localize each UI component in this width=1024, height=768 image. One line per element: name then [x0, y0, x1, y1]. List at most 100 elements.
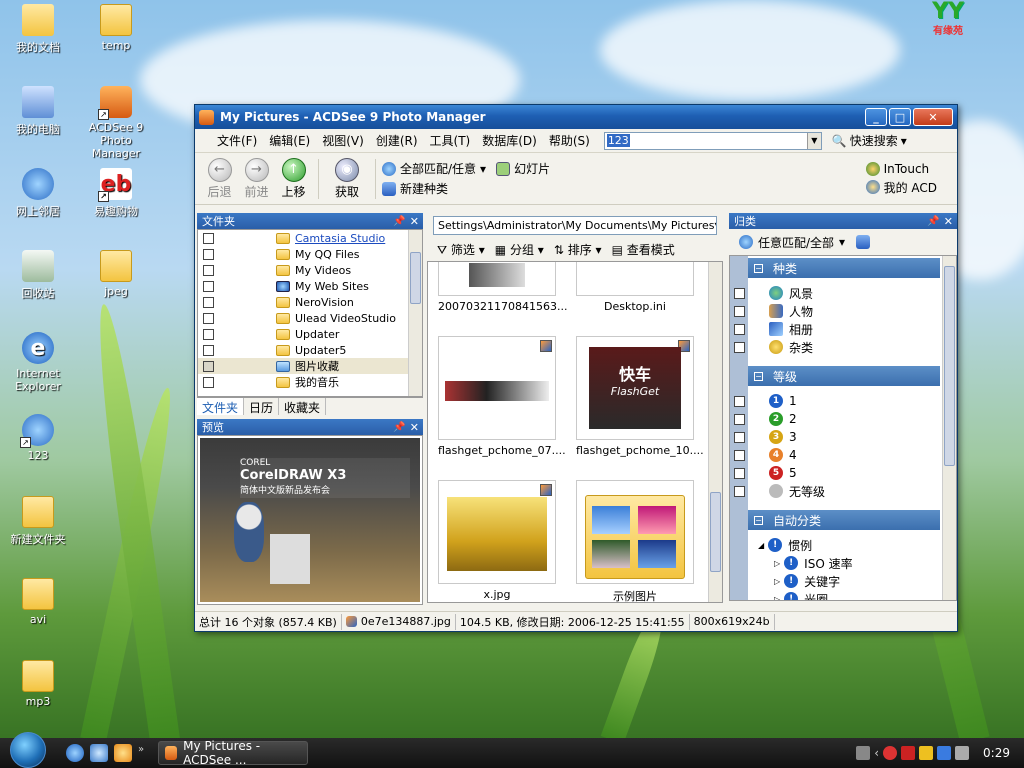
- auto-category-item[interactable]: ▷! 关键字: [774, 572, 840, 590]
- tree-item[interactable]: Ulead VideoStudio: [198, 310, 422, 326]
- tree-item[interactable]: 我的音乐: [198, 374, 422, 390]
- auto-category-item[interactable]: ▷! ISO 速率: [774, 554, 853, 572]
- checkbox[interactable]: [734, 413, 745, 425]
- internet-explorer-icon[interactable]: [66, 744, 84, 762]
- group-button[interactable]: ▦ 分组 ▾: [495, 241, 544, 258]
- close-button[interactable]: ✕: [913, 108, 953, 126]
- checkbox[interactable]: [734, 305, 745, 317]
- chevron-down-icon[interactable]: ▼: [715, 217, 717, 234]
- desktop-icon-my-documents[interactable]: 我的文档: [0, 4, 76, 55]
- warning-icon[interactable]: [919, 746, 934, 760]
- section-ratings[interactable]: − 等级: [748, 366, 940, 386]
- checkbox[interactable]: [734, 395, 745, 407]
- search-input[interactable]: 123 ▼: [603, 131, 822, 150]
- tab-calendar[interactable]: 日历: [244, 398, 280, 415]
- tree-item[interactable]: Updater: [198, 326, 422, 342]
- checkbox[interactable]: [734, 287, 745, 299]
- category-item[interactable]: 杂类: [730, 338, 813, 356]
- menu-database[interactable]: 数据库(D): [476, 132, 543, 149]
- checkbox[interactable]: [203, 280, 214, 292]
- tree-item[interactable]: NeroVision: [198, 294, 422, 310]
- tree-item[interactable]: My Web Sites: [198, 278, 422, 294]
- desktop-icon-123[interactable]: ↗ 123: [0, 414, 76, 462]
- scrollbar-thumb[interactable]: [710, 492, 721, 572]
- back-button[interactable]: ← 后退: [201, 157, 238, 200]
- ati-icon[interactable]: [901, 746, 916, 760]
- forward-button[interactable]: → 前进: [238, 157, 275, 200]
- rating-item[interactable]: 无等级: [730, 482, 825, 500]
- start-button[interactable]: [10, 732, 46, 768]
- match-dropdown[interactable]: 任意匹配/全部: [758, 234, 834, 251]
- tree-item[interactable]: Updater5: [198, 342, 422, 358]
- sort-button[interactable]: ⇅ 排序 ▾: [554, 241, 602, 258]
- checkbox[interactable]: [203, 312, 214, 324]
- taskbar-item-acdsee[interactable]: My Pictures - ACDSee ...: [158, 739, 309, 767]
- thumbnail-item[interactable]: 快车 FlashGet flashget_pchome_10....: [576, 336, 704, 457]
- checkbox[interactable]: [734, 449, 745, 461]
- desktop-icon-avi[interactable]: avi: [0, 578, 76, 626]
- desktop-icon-my-computer[interactable]: 我的电脑: [0, 86, 76, 137]
- up-button[interactable]: ↑ 上移: [275, 157, 312, 200]
- desktop-icon-jpeg[interactable]: jpeg: [78, 250, 154, 298]
- auto-category-item[interactable]: ▷! 光圈: [774, 590, 828, 600]
- desktop-icon-mp3[interactable]: mp3: [0, 660, 76, 708]
- checkbox[interactable]: [203, 360, 214, 372]
- desktop-icon-network[interactable]: 网上邻居: [0, 168, 76, 219]
- checkbox[interactable]: [734, 485, 745, 497]
- close-icon[interactable]: ✕: [410, 215, 419, 228]
- chevron-left-icon[interactable]: ‹: [874, 746, 879, 760]
- menu-edit[interactable]: 编辑(E): [263, 132, 316, 149]
- menu-help[interactable]: 帮助(S): [543, 132, 596, 149]
- tree-item[interactable]: My Videos: [198, 262, 422, 278]
- menu-create[interactable]: 创建(R): [370, 132, 424, 149]
- intouch-link[interactable]: InTouch: [865, 161, 937, 176]
- maximize-button[interactable]: □: [889, 108, 911, 126]
- thumbnail-item[interactable]: Desktop.ini: [576, 262, 694, 313]
- minimize-button[interactable]: _: [865, 108, 887, 126]
- close-icon[interactable]: ✕: [410, 421, 419, 434]
- scrollbar-thumb[interactable]: [944, 266, 955, 466]
- thumbnail-item[interactable]: flashget_pchome_07....: [438, 336, 566, 457]
- section-auto-categories[interactable]: − 自动分类: [748, 510, 940, 530]
- checkbox[interactable]: [203, 344, 214, 356]
- checkbox[interactable]: [203, 264, 214, 276]
- section-categories[interactable]: − 种类: [748, 258, 940, 278]
- acquire-button[interactable]: ◉ 获取: [325, 157, 369, 200]
- chevron-right-icon[interactable]: »: [138, 744, 144, 762]
- category-scrollbar[interactable]: [942, 256, 956, 600]
- security-icon[interactable]: [883, 746, 898, 760]
- menu-file[interactable]: 文件(F): [211, 132, 263, 149]
- title-bar[interactable]: My Pictures - ACDSee 9 Photo Manager _ □…: [195, 105, 957, 129]
- tree-item-selected[interactable]: 图片收藏: [198, 358, 422, 374]
- network-status-icon[interactable]: [937, 746, 952, 760]
- checkbox[interactable]: [734, 467, 745, 479]
- pin-icon[interactable]: 📌: [393, 216, 405, 227]
- keyboard-icon[interactable]: [856, 746, 871, 760]
- desktop-icon-acdsee[interactable]: ↗ ACDSee 9 Photo Manager: [78, 86, 154, 160]
- view-mode-button[interactable]: ▤ 查看模式: [612, 241, 675, 258]
- filter-button[interactable]: ⛛ 筛选 ▾: [437, 241, 485, 258]
- checkbox[interactable]: [734, 323, 745, 335]
- my-acd-link[interactable]: 我的 ACD: [865, 179, 937, 196]
- rating-item[interactable]: 11: [730, 392, 797, 410]
- tree-item[interactable]: Camtasia Studio: [198, 230, 422, 246]
- path-field[interactable]: Settings\Administrator\My Documents\My P…: [433, 215, 717, 235]
- thumbnail-item[interactable]: x.jpg: [438, 480, 556, 601]
- menu-tools[interactable]: 工具(T): [424, 132, 477, 149]
- checkbox[interactable]: [203, 232, 214, 244]
- close-icon[interactable]: ✕: [944, 215, 953, 228]
- new-category-icon[interactable]: [856, 235, 871, 249]
- browser-icon[interactable]: [90, 744, 108, 762]
- checkbox[interactable]: [203, 376, 214, 388]
- category-item[interactable]: 人物: [730, 302, 813, 320]
- pin-icon[interactable]: 📌: [927, 216, 939, 227]
- new-category-button[interactable]: 新建种类: [382, 180, 550, 197]
- desktop-icon-recycle-bin[interactable]: 回收站: [0, 250, 76, 301]
- thumbnail-scrollbar[interactable]: [708, 262, 722, 602]
- checkbox[interactable]: [203, 248, 214, 260]
- checkbox[interactable]: [734, 341, 745, 353]
- checkbox[interactable]: [734, 431, 745, 443]
- folder-tree-scrollbar[interactable]: [408, 230, 422, 396]
- desktop-icon-temp[interactable]: temp: [78, 4, 154, 52]
- slideshow-button[interactable]: 幻灯片: [496, 160, 550, 177]
